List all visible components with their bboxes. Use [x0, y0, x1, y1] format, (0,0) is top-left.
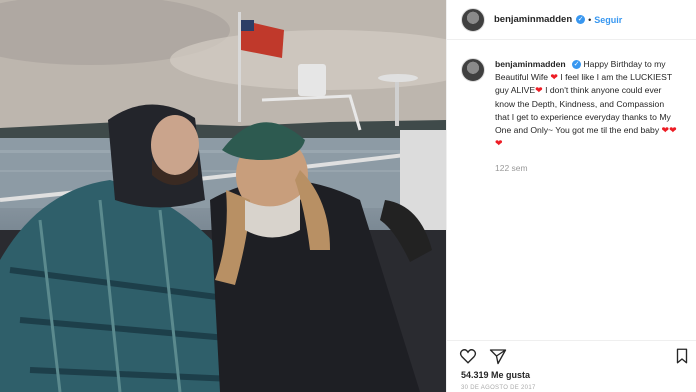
- post-date: 30 DE AGOSTO DE 2017: [461, 385, 536, 391]
- timestamp[interactable]: 122 sem: [495, 162, 679, 175]
- action-bar: [447, 340, 696, 369]
- heart-emoji-icon: ❤: [495, 138, 503, 149]
- post-sidebar: benjaminmadden ✓ • Seguir benjaminmadden…: [446, 0, 696, 392]
- heart-emoji-icon: ❤: [669, 125, 677, 136]
- paper-plane-icon[interactable]: [489, 347, 507, 365]
- follow-button[interactable]: Seguir: [594, 15, 622, 25]
- heart-emoji-icon: ❤: [661, 125, 670, 136]
- post-header: benjaminmadden ✓ • Seguir: [447, 0, 696, 40]
- separator: •: [588, 14, 592, 25]
- heart-emoji-icon: ❤: [550, 72, 558, 83]
- bookmark-icon[interactable]: [673, 347, 691, 365]
- caption-block: benjaminmadden ✓ Happy Birthday to my Be…: [447, 40, 696, 176]
- post-photo[interactable]: [0, 0, 446, 392]
- caption-avatar[interactable]: [461, 58, 485, 82]
- caption-text: benjaminmadden ✓ Happy Birthday to my Be…: [495, 58, 679, 176]
- heart-emoji-icon: ❤: [535, 85, 543, 96]
- verified-badge-icon: ✓: [576, 15, 586, 24]
- couple-on-boat-image: [0, 0, 446, 392]
- verified-badge-icon: ✓: [572, 60, 582, 70]
- likes-count[interactable]: 54.319 Me gusta: [461, 370, 530, 380]
- heart-outline-icon[interactable]: [459, 347, 477, 365]
- avatar[interactable]: [461, 7, 485, 32]
- caption-username[interactable]: benjaminmadden: [495, 59, 566, 69]
- username-link[interactable]: benjaminmadden: [494, 14, 572, 25]
